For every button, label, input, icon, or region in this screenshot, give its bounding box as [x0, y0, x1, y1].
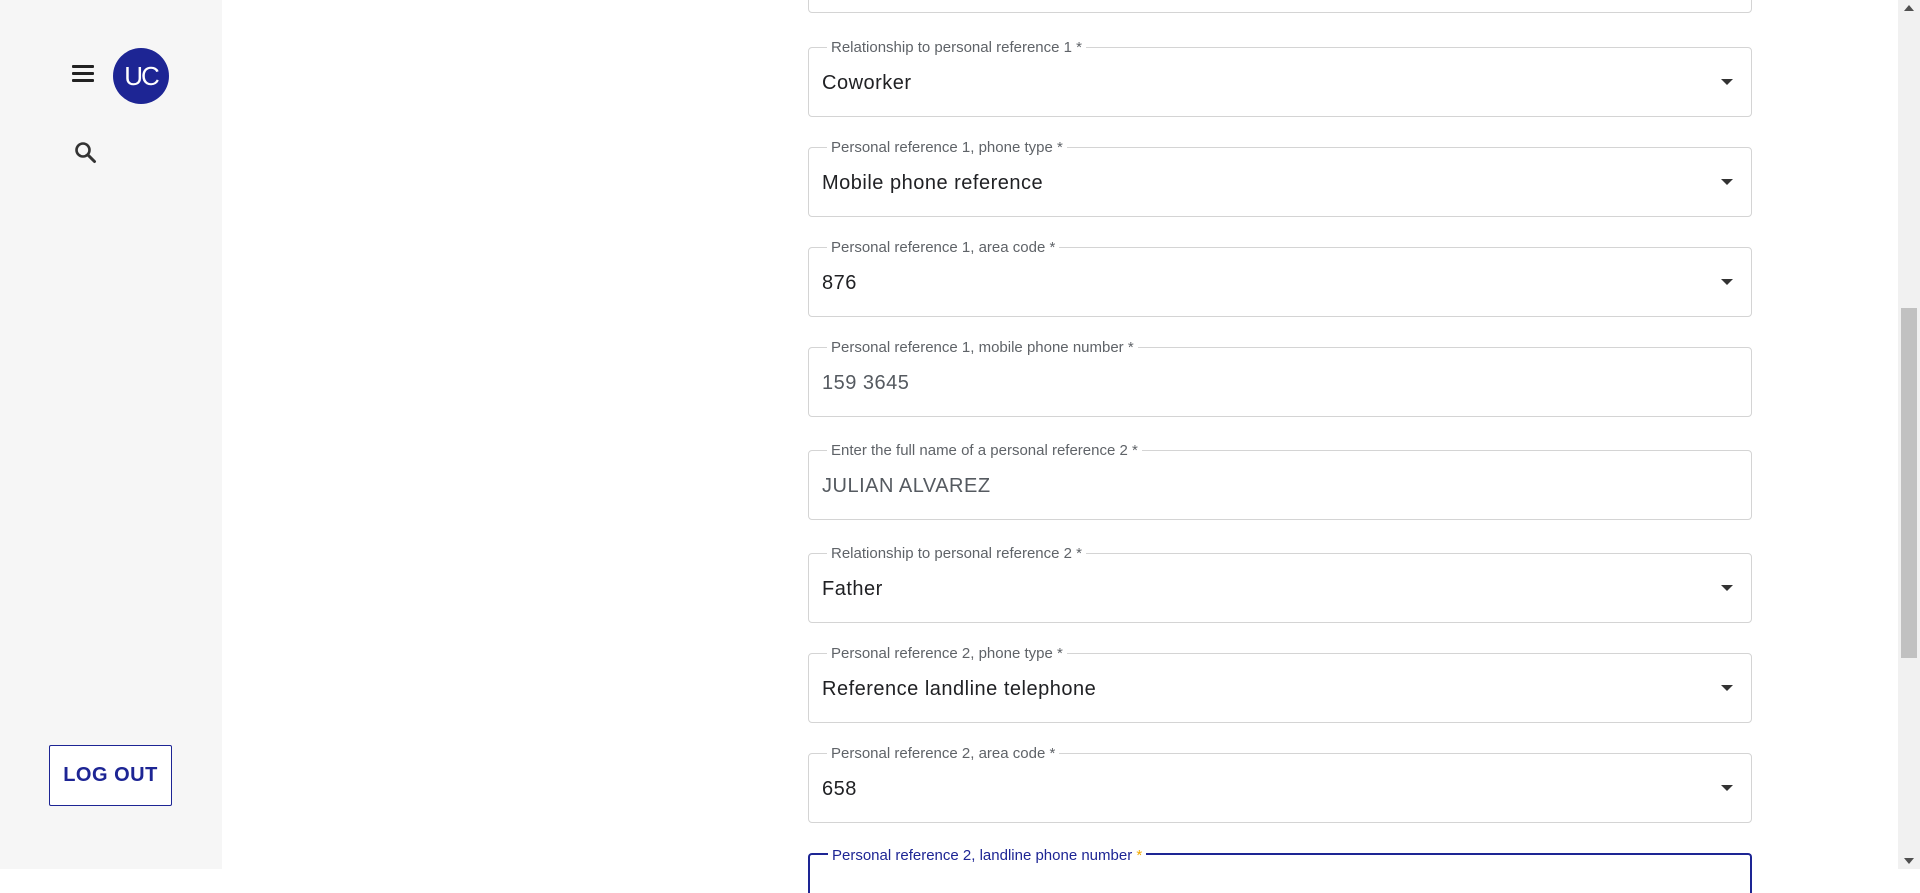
select-value: Mobile phone reference: [822, 172, 1044, 194]
required-marker: *: [1057, 645, 1063, 662]
ref2-phone-type-select[interactable]: Personal reference 2, phone type * Refer…: [808, 645, 1752, 723]
select-value: 658: [822, 778, 857, 800]
logout-button[interactable]: LOG OUT: [49, 745, 172, 806]
field-label: Personal reference 2, landline phone num…: [832, 847, 1133, 864]
select-value: Reference landline telephone: [822, 678, 1097, 700]
ref1-area-code-select[interactable]: Personal reference 1, area code * 876: [808, 239, 1752, 317]
required-marker: *: [1076, 545, 1082, 562]
input-value: 159 3645: [822, 372, 910, 394]
scrollbar[interactable]: [1898, 0, 1920, 869]
menu-icon[interactable]: [70, 62, 96, 86]
dropdown-arrow-icon[interactable]: [1721, 585, 1733, 591]
dropdown-arrow-icon[interactable]: [1721, 785, 1733, 791]
field-label: Personal reference 1, area code: [831, 239, 1046, 256]
required-marker: *: [1132, 442, 1138, 459]
scroll-down-arrow-icon[interactable]: [1904, 858, 1914, 864]
relationship-ref2-select[interactable]: Relationship to personal reference 2 * F…: [808, 545, 1752, 623]
required-marker: *: [1076, 39, 1082, 56]
form-area: Relationship to personal reference 1 * C…: [222, 0, 1898, 893]
dropdown-arrow-icon[interactable]: [1721, 279, 1733, 285]
search-icon[interactable]: [73, 140, 99, 166]
ref1-phone-type-select[interactable]: Personal reference 1, phone type * Mobil…: [808, 139, 1752, 217]
input-value: JULIAN ALVAREZ: [822, 475, 991, 497]
previous-field[interactable]: [808, 0, 1752, 13]
field-label: Personal reference 2, phone type: [831, 645, 1053, 662]
sidebar: UC LOG OUT: [0, 0, 222, 869]
ref2-area-code-select[interactable]: Personal reference 2, area code * 658: [808, 745, 1752, 823]
field-label: Relationship to personal reference 2: [831, 545, 1072, 562]
dropdown-arrow-icon[interactable]: [1721, 685, 1733, 691]
logout-label: LOG OUT: [63, 764, 158, 786]
ref2-landline-number-input[interactable]: Personal reference 2, landline phone num…: [808, 847, 1752, 893]
field-label: Personal reference 2, area code: [831, 745, 1046, 762]
required-marker: *: [1057, 139, 1063, 156]
required-marker: *: [1127, 339, 1134, 356]
avatar-initials: UC: [124, 60, 160, 91]
ref1-mobile-number-input[interactable]: Personal reference 1, mobile phone numbe…: [808, 339, 1752, 417]
scrollbar-thumb[interactable]: [1901, 308, 1917, 658]
field-label: Personal reference 1, mobile phone numbe…: [831, 339, 1124, 356]
required-marker: *: [1136, 847, 1143, 864]
scroll-up-arrow-icon[interactable]: [1904, 5, 1914, 11]
field-label: Relationship to personal reference 1: [831, 39, 1072, 56]
select-value: Coworker: [822, 72, 912, 94]
avatar[interactable]: UC: [113, 48, 169, 104]
select-value: 876: [822, 272, 857, 294]
required-marker: *: [1049, 745, 1056, 762]
dropdown-arrow-icon[interactable]: [1721, 79, 1733, 85]
required-marker: *: [1049, 239, 1056, 256]
select-value: Father: [822, 578, 883, 600]
ref2-full-name-input[interactable]: Enter the full name of a personal refere…: [808, 442, 1752, 520]
relationship-ref1-select[interactable]: Relationship to personal reference 1 * C…: [808, 39, 1752, 117]
dropdown-arrow-icon[interactable]: [1721, 179, 1733, 185]
field-label: Personal reference 1, phone type: [831, 139, 1053, 156]
field-label: Enter the full name of a personal refere…: [831, 442, 1128, 459]
